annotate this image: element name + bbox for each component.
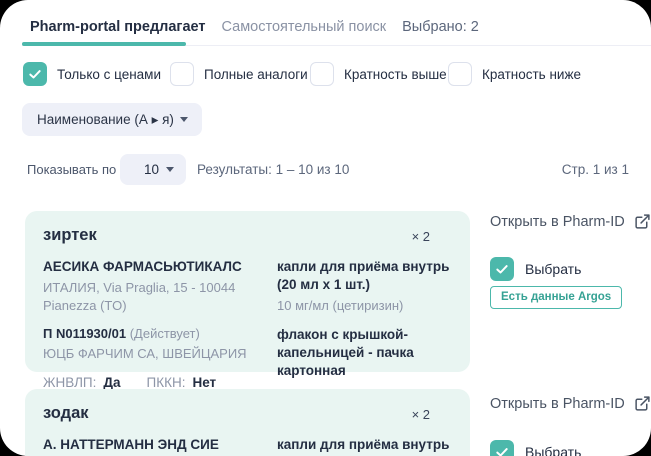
filter-label: Кратность выше (344, 66, 447, 82)
registration-status: (Действует) (129, 326, 200, 342)
license-holder: ЮЦБ ФАРЧИМ СА, ШВЕЙЦАРИЯ (43, 345, 247, 361)
card-columns: АЕСИКА ФАРМАСЬЮТИКАЛС ИТАЛИЯ, Via Pragli… (43, 258, 452, 410)
drug-card-zirtek: зиртек × 2 АЕСИКА ФАРМАСЬЮТИКАЛС ИТАЛИЯ,… (25, 211, 470, 408)
tab-self-search[interactable]: Самостоятельный поиск (222, 17, 387, 37)
external-link-icon (635, 214, 650, 229)
registration-line: П N011930/01 (Действует) (43, 325, 277, 343)
filter-label: Только с ценами (57, 66, 162, 82)
manufacturer-address: ИТАЛИЯ, Via Praglia, 15 - 10044 Pianezza… (43, 280, 236, 313)
checkbox (310, 62, 334, 86)
manufacturer-name: АЕСИКА ФАРМАСЬЮТИКАЛС (43, 259, 242, 274)
tab-selected-count[interactable]: Выбрано: 2 (402, 17, 479, 37)
filter-multiplicity-lower[interactable]: Кратность ниже (448, 62, 581, 86)
check-icon (496, 448, 508, 456)
multiplier-badge: × 2 (411, 407, 430, 422)
open-in-pharm-id-link[interactable]: Открыть в Pharm-ID (490, 395, 651, 412)
checkbox (170, 62, 194, 86)
chevron-down-icon (180, 117, 188, 122)
drug-card-zodak: зодак × 2 А. НАТТЕРМАНН ЭНД СИЕ капли дл… (25, 389, 470, 456)
registration-number: П N011930/01 (43, 326, 127, 342)
manufacturer-name: А. НАТТЕРМАНН ЭНД СИЕ (43, 437, 219, 452)
card-left-column: А. НАТТЕРМАНН ЭНД СИЕ (43, 436, 277, 456)
select-item-checkbox[interactable]: Выбрать (490, 257, 581, 281)
select-item-checkbox[interactable]: Выбрать (490, 440, 581, 456)
card-header: зодак × 2 (43, 404, 452, 423)
sort-select[interactable]: Наименование (А ▸ я) (22, 103, 202, 136)
checkbox (448, 62, 472, 86)
card-header: зиртек × 2 (43, 226, 452, 245)
tab-pharm-portal-offers[interactable]: Pharm-portal предлагает (30, 17, 206, 37)
pharm-portal-results-page: Pharm-portal предлагает Самостоятельный … (0, 0, 651, 456)
filter-multiplicity-higher[interactable]: Кратность выше (310, 62, 447, 86)
check-icon (496, 265, 508, 274)
page-size-select[interactable]: 10 (120, 154, 186, 185)
card-right-column: капли для приёма внутрь (20 мл x 1 шт.) … (277, 258, 452, 410)
filter-full-analogs[interactable]: Полные аналоги (170, 62, 308, 86)
select-label: Выбрать (525, 261, 582, 277)
multiplier-badge: × 2 (411, 229, 430, 244)
filter-label: Полные аналоги (204, 66, 308, 82)
dosage-strength: 10 мг/мл (цетиризин) (277, 298, 404, 314)
page-indicator: Стр. 1 из 1 (561, 162, 629, 177)
page-size-value: 10 (144, 162, 160, 177)
drug-title: зодак (43, 404, 89, 422)
sort-select-value: Наименование (А ▸ я) (37, 111, 174, 127)
checkbox (23, 62, 47, 86)
argos-data-badge[interactable]: Есть данные Argos (490, 286, 623, 309)
open-link-label: Открыть в Pharm-ID (490, 213, 625, 230)
tab-bar: Pharm-portal предлагает Самостоятельный … (30, 17, 479, 37)
active-tab-indicator (22, 42, 186, 46)
open-in-pharm-id-link[interactable]: Открыть в Pharm-ID (490, 213, 651, 230)
checkbox (490, 440, 514, 456)
check-icon (29, 70, 41, 79)
chevron-down-icon (166, 167, 174, 172)
filter-label: Кратность ниже (482, 66, 581, 82)
open-link-label: Открыть в Pharm-ID (490, 395, 625, 412)
external-link-icon (635, 396, 650, 411)
checkbox (490, 257, 514, 281)
drug-title: зиртек (43, 226, 97, 244)
page-size-label: Показывать по (27, 162, 117, 177)
dosage-form: капли для приёма внутрь (20 мл x 1 шт.) (277, 437, 450, 456)
dosage-form: капли для приёма внутрь (20 мл x 1 шт.) (277, 259, 450, 293)
card-right-column: капли для приёма внутрь (20 мл x 1 шт.) (277, 436, 452, 456)
select-label: Выбрать (525, 444, 582, 456)
results-count: Результаты: 1 – 10 из 10 (197, 162, 350, 177)
filter-only-with-prices[interactable]: Только с ценами (23, 62, 161, 86)
package-description: флакон с крышкой-капельницей - пачка кар… (277, 326, 414, 379)
card-left-column: АЕСИКА ФАРМАСЬЮТИКАЛС ИТАЛИЯ, Via Pragli… (43, 258, 277, 410)
card-columns: А. НАТТЕРМАНН ЭНД СИЕ капли для приёма в… (43, 436, 452, 456)
